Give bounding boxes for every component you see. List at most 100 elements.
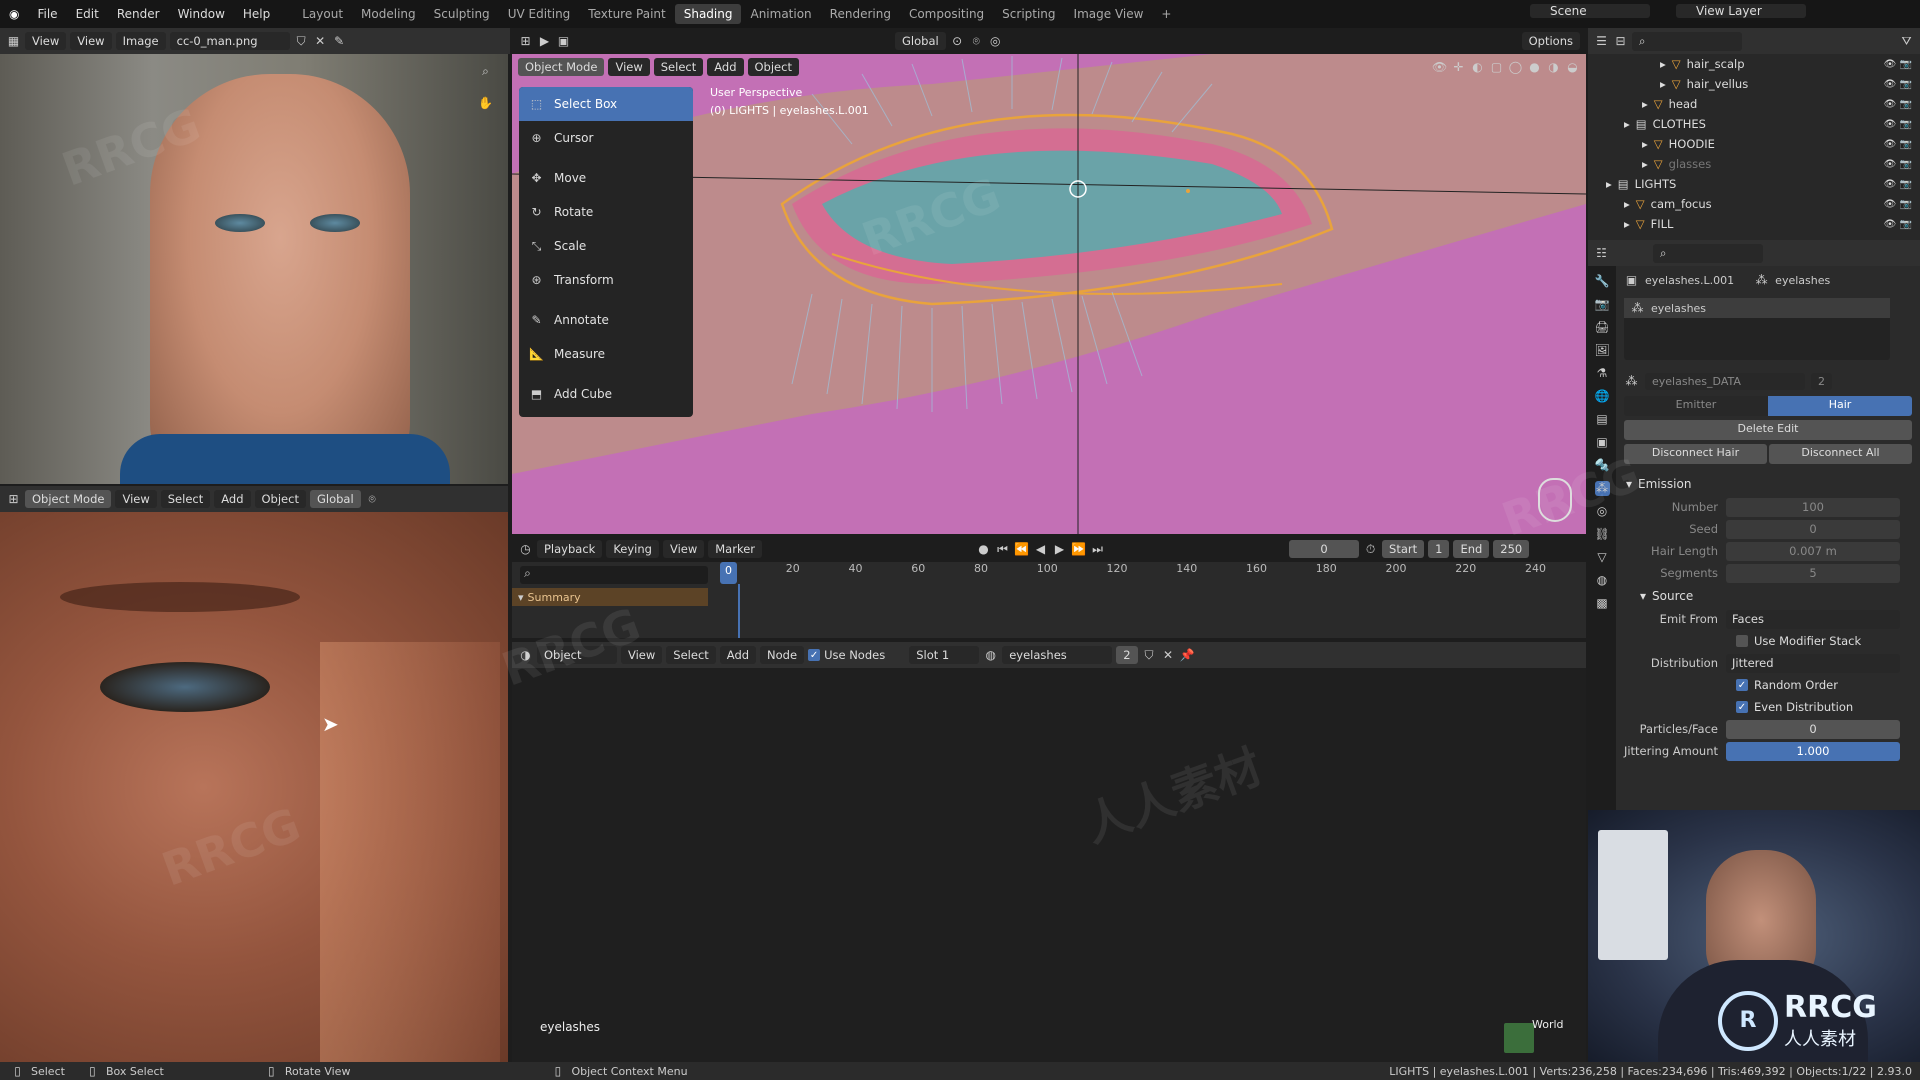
use-modifier-stack-checkbox[interactable]	[1736, 635, 1748, 647]
solid-shading-icon[interactable]: ●	[1527, 60, 1542, 75]
playback-menu[interactable]: Playback	[537, 540, 603, 558]
view-menu[interactable]: View	[608, 58, 650, 76]
editor-type-icon[interactable]: ◷	[518, 542, 533, 557]
delete-edit-button[interactable]: Delete Edit	[1624, 420, 1912, 440]
visibility-toggle-icon[interactable]: 👁 📷	[1884, 119, 1912, 130]
tab-uv-editing[interactable]: UV Editing	[499, 4, 580, 24]
material-name-field[interactable]: eyelashes	[1002, 646, 1113, 664]
tool-scale[interactable]: ⤡ Scale	[519, 229, 693, 263]
particle-systems-list[interactable]: ⁂ eyelashes	[1624, 298, 1890, 360]
modifier-tab-icon[interactable]: 🔩	[1595, 458, 1610, 473]
menu-edit[interactable]: Edit	[67, 7, 108, 21]
view-layer-tab-icon[interactable]: 🖼	[1595, 343, 1610, 358]
segments-field[interactable]: 5	[1726, 563, 1900, 583]
expand-icon[interactable]: ▸	[1642, 157, 1648, 171]
hand-icon[interactable]: ✋	[478, 96, 493, 111]
play-reverse-icon[interactable]: ◀	[1033, 542, 1048, 557]
keying-menu[interactable]: Keying	[606, 540, 659, 558]
prev-keyframe-icon[interactable]: ⏪	[1014, 542, 1029, 557]
outliner-row[interactable]: ▸ ▽ head 👁 📷	[1588, 94, 1920, 114]
wireframe-shading-icon[interactable]: ◯	[1508, 60, 1523, 75]
visibility-toggle-icon[interactable]: 👁 📷	[1884, 59, 1912, 70]
timeline-search-input[interactable]: ⌕	[520, 566, 708, 584]
visibility-toggle-icon[interactable]: 👁 📷	[1884, 199, 1912, 210]
object-tab-icon[interactable]: ▣	[1595, 435, 1610, 450]
close-icon[interactable]: ✕	[1161, 648, 1176, 663]
editor-type-icon[interactable]: ◑	[518, 648, 533, 663]
visibility-toggle-icon[interactable]: 👁 📷	[1884, 219, 1912, 230]
visibility-toggle-icon[interactable]: 👁 📷	[1884, 139, 1912, 150]
proportional-icon[interactable]: ◎	[988, 34, 1003, 49]
expand-icon[interactable]: ▸	[1642, 137, 1648, 151]
outliner-row[interactable]: ▸ ▤ CLOTHES 👁 📷	[1588, 114, 1920, 134]
visibility-toggle-icon[interactable]: 👁 📷	[1884, 99, 1912, 110]
visibility-toggle-icon[interactable]: 👁 📷	[1884, 159, 1912, 170]
stopwatch-icon[interactable]: ⏱	[1363, 542, 1378, 557]
pin-icon[interactable]: 📌	[1180, 648, 1195, 663]
outliner-search-input[interactable]: ⌕	[1632, 31, 1742, 51]
start-frame-field[interactable]: 1	[1428, 540, 1450, 558]
add-menu[interactable]: Add	[214, 490, 251, 508]
tab-layout[interactable]: Layout	[293, 4, 352, 24]
physics-tab-icon[interactable]: ◎	[1595, 504, 1610, 519]
outliner-row[interactable]: ▸ ▽ glasses 👁 📷	[1588, 154, 1920, 174]
tab-texture-paint[interactable]: Texture Paint	[579, 4, 674, 24]
tool-move[interactable]: ✥ Move	[519, 161, 693, 195]
expand-icon[interactable]: ▸	[1624, 197, 1630, 211]
material-tab-icon[interactable]: ◍	[1595, 573, 1610, 588]
source-subpanel-header[interactable]: ▾ Source	[1616, 584, 1920, 608]
distribution-dropdown[interactable]: Jittered	[1726, 653, 1900, 673]
editor-type-icon[interactable]: ▦	[6, 34, 21, 49]
tool-transform[interactable]: ⊛ Transform	[519, 263, 693, 297]
view-menu[interactable]: View	[621, 646, 663, 664]
emit-from-dropdown[interactable]: Faces	[1726, 609, 1900, 629]
image-name-field[interactable]: cc-0_man.png	[169, 32, 290, 50]
expand-icon[interactable]: ▸	[1606, 177, 1612, 191]
tab-modeling[interactable]: Modeling	[352, 4, 425, 24]
tool-add-cube[interactable]: ⬒ Add Cube	[519, 377, 693, 411]
use-nodes-checkbox[interactable]: ✓	[808, 649, 821, 661]
disconnect-hair-button[interactable]: Disconnect Hair	[1624, 444, 1767, 464]
visibility-toggle-icon[interactable]: 👁 📷	[1884, 179, 1912, 190]
outliner-row[interactable]: ▸ ▽ hair_vellus 👁 📷	[1588, 74, 1920, 94]
particles-face-field[interactable]: 0	[1726, 719, 1900, 739]
select-tool-icon[interactable]: ▶	[537, 34, 552, 49]
shield-icon[interactable]: ⛉	[294, 34, 309, 49]
particle-data-field[interactable]: eyelashes_DATA	[1645, 372, 1805, 390]
outliner-row[interactable]: ▸ ▽ cam_focus 👁 📷	[1588, 194, 1920, 214]
image-view-menu-2[interactable]: View	[70, 32, 112, 50]
expand-icon[interactable]: ▸	[1660, 77, 1666, 91]
slot-dropdown[interactable]: Slot 1	[909, 646, 980, 664]
world-tab-icon[interactable]: 🌐	[1595, 389, 1610, 404]
number-field[interactable]: 100	[1726, 497, 1900, 517]
object-menu[interactable]: Object	[747, 58, 799, 76]
texture-tab-icon[interactable]: ▩	[1595, 596, 1610, 611]
rendered-shading-icon[interactable]: ◒	[1565, 60, 1580, 75]
random-order-checkbox[interactable]: ✓	[1736, 679, 1748, 691]
list-item[interactable]: ⁂ eyelashes	[1624, 298, 1890, 318]
snap-icon[interactable]: ⌾	[365, 492, 380, 507]
disconnect-all-button[interactable]: Disconnect All	[1769, 444, 1912, 464]
material-users-count[interactable]: 2	[1116, 646, 1138, 664]
fake-user-icon[interactable]: ⛉	[1142, 648, 1157, 663]
tool-cursor[interactable]: ⊕ Cursor	[519, 121, 693, 155]
tool-tab-icon[interactable]: 🔧	[1595, 274, 1610, 289]
blender-logo-icon[interactable]: ◉	[0, 7, 28, 21]
type-hair-button[interactable]: Hair	[1768, 396, 1912, 416]
select-mode-icon[interactable]: ▣	[556, 34, 571, 49]
add-menu[interactable]: Add	[719, 646, 757, 664]
editor-type-icon[interactable]: ☷	[1594, 246, 1609, 261]
select-menu[interactable]: Select	[653, 58, 704, 76]
tab-shading[interactable]: Shading	[674, 4, 742, 24]
node-editor-canvas[interactable]: eyelashes World	[512, 668, 1586, 1062]
editor-type-icon[interactable]: ⊞	[518, 34, 533, 49]
timeline-area[interactable]: ⌕ ▾ Summary 0 20 40 60 80 100 120 140 160…	[512, 562, 1586, 638]
node-menu[interactable]: Node	[760, 646, 805, 664]
overlay-icon[interactable]: ◐	[1470, 60, 1485, 75]
tool-rotate[interactable]: ↻ Rotate	[519, 195, 693, 229]
menu-window[interactable]: Window	[169, 7, 234, 21]
add-menu[interactable]: Add	[707, 58, 744, 76]
view-layer-selector[interactable]: View Layer	[1676, 4, 1806, 18]
next-keyframe-icon[interactable]: ⏩	[1071, 542, 1086, 557]
scene-selector[interactable]: Scene	[1530, 4, 1650, 18]
